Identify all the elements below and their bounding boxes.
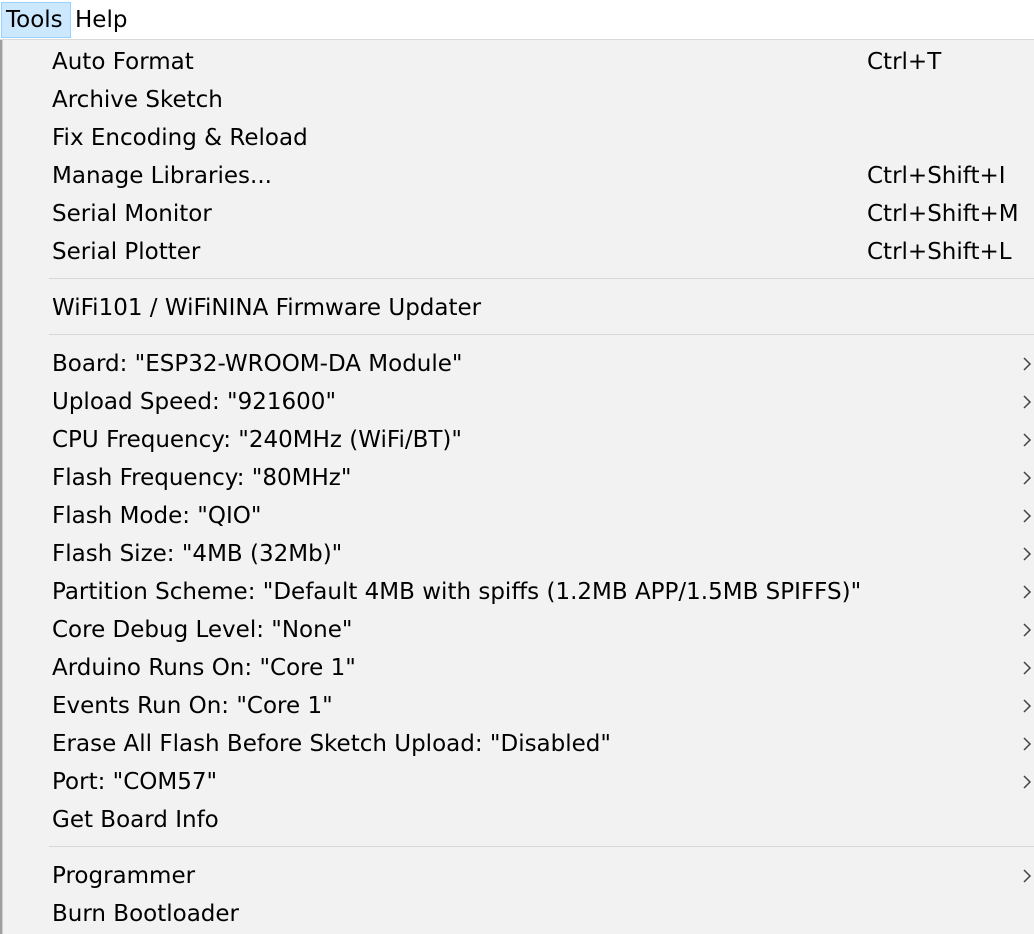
menu-item-serial-plotter[interactable]: Serial Plotter Ctrl+Shift+L [3, 233, 1034, 271]
menu-item-programmer[interactable]: Programmer [3, 857, 1034, 895]
menu-item-label: Port: "COM57" [52, 769, 218, 795]
menu-item-label: Erase All Flash Before Sketch Upload: "D… [52, 731, 611, 757]
menu-item-board[interactable]: Board: "ESP32-WROOM-DA Module" [3, 345, 1034, 383]
menu-item-label: Partition Scheme: "Default 4MB with spif… [52, 579, 862, 605]
menu-item-label: Fix Encoding & Reload [52, 125, 308, 151]
menu-item-label: Serial Monitor [52, 201, 212, 227]
menu-item-shortcut: Ctrl+Shift+M [867, 201, 1019, 227]
menu-item-label: WiFi101 / WiFiNINA Firmware Updater [52, 295, 482, 321]
menu-bar: Tools Help [0, 0, 1034, 40]
menu-tools[interactable]: Tools [1, 2, 71, 38]
chevron-right-icon [1023, 547, 1032, 561]
menu-item-flash-mode[interactable]: Flash Mode: "QIO" [3, 497, 1034, 535]
chevron-right-icon [1023, 357, 1032, 371]
chevron-right-icon [1023, 869, 1032, 883]
chevron-right-icon [1023, 585, 1032, 599]
menu-item-label: CPU Frequency: "240MHz (WiFi/BT)" [52, 427, 462, 453]
menu-item-port[interactable]: Port: "COM57" [3, 763, 1034, 801]
menu-item-shortcut: Ctrl+Shift+L [867, 239, 1012, 265]
menu-item-upload-speed[interactable]: Upload Speed: "921600" [3, 383, 1034, 421]
menu-item-cpu-frequency[interactable]: CPU Frequency: "240MHz (WiFi/BT)" [3, 421, 1034, 459]
menu-item-label: Upload Speed: "921600" [52, 389, 337, 415]
menu-separator [49, 334, 1034, 335]
chevron-right-icon [1023, 699, 1032, 713]
menu-separator [49, 278, 1034, 279]
menu-item-serial-monitor[interactable]: Serial Monitor Ctrl+Shift+M [3, 195, 1034, 233]
chevron-right-icon [1023, 661, 1032, 675]
menu-separator [49, 846, 1034, 847]
menu-item-burn-bootloader[interactable]: Burn Bootloader [3, 895, 1034, 933]
menu-item-flash-frequency[interactable]: Flash Frequency: "80MHz" [3, 459, 1034, 497]
chevron-right-icon [1023, 737, 1032, 751]
menu-item-label: Programmer [52, 863, 196, 889]
chevron-right-icon [1023, 433, 1032, 447]
menu-item-firmware-updater[interactable]: WiFi101 / WiFiNINA Firmware Updater [3, 289, 1034, 327]
menu-help[interactable]: Help [71, 2, 131, 38]
menu-item-label: Flash Mode: "QIO" [52, 503, 262, 529]
menu-item-shortcut: Ctrl+Shift+I [867, 163, 1006, 189]
menu-item-label: Serial Plotter [52, 239, 201, 265]
menu-item-auto-format[interactable]: Auto Format Ctrl+T [3, 43, 1034, 81]
menu-item-shortcut: Ctrl+T [867, 49, 942, 75]
menu-item-fix-encoding[interactable]: Fix Encoding & Reload [3, 119, 1034, 157]
menu-item-label: Events Run On: "Core 1" [52, 693, 333, 719]
chevron-right-icon [1023, 509, 1032, 523]
chevron-right-icon [1023, 395, 1032, 409]
menu-item-partition-scheme[interactable]: Partition Scheme: "Default 4MB with spif… [3, 573, 1034, 611]
menu-item-label: Burn Bootloader [52, 901, 239, 927]
menu-item-get-board-info[interactable]: Get Board Info [3, 801, 1034, 839]
tools-dropdown-menu: Auto Format Ctrl+T Archive Sketch Fix En… [2, 40, 1034, 934]
menu-item-label: Core Debug Level: "None" [52, 617, 353, 643]
menu-item-label: Archive Sketch [52, 87, 223, 113]
menu-item-flash-size[interactable]: Flash Size: "4MB (32Mb)" [3, 535, 1034, 573]
chevron-right-icon [1023, 623, 1032, 637]
menu-item-label: Flash Size: "4MB (32Mb)" [52, 541, 343, 567]
menu-item-label: Flash Frequency: "80MHz" [52, 465, 352, 491]
menu-item-erase-flash[interactable]: Erase All Flash Before Sketch Upload: "D… [3, 725, 1034, 763]
menu-item-archive-sketch[interactable]: Archive Sketch [3, 81, 1034, 119]
menu-item-label: Manage Libraries... [52, 163, 272, 189]
menu-item-manage-libraries[interactable]: Manage Libraries... Ctrl+Shift+I [3, 157, 1034, 195]
menu-item-label: Arduino Runs On: "Core 1" [52, 655, 356, 681]
menu-item-core-debug-level[interactable]: Core Debug Level: "None" [3, 611, 1034, 649]
chevron-right-icon [1023, 471, 1032, 485]
menu-item-label: Board: "ESP32-WROOM-DA Module" [52, 351, 463, 377]
chevron-right-icon [1023, 775, 1032, 789]
menu-item-arduino-runs-on[interactable]: Arduino Runs On: "Core 1" [3, 649, 1034, 687]
menu-item-label: Get Board Info [52, 807, 219, 833]
menu-item-label: Auto Format [52, 49, 194, 75]
menu-item-events-run-on[interactable]: Events Run On: "Core 1" [3, 687, 1034, 725]
